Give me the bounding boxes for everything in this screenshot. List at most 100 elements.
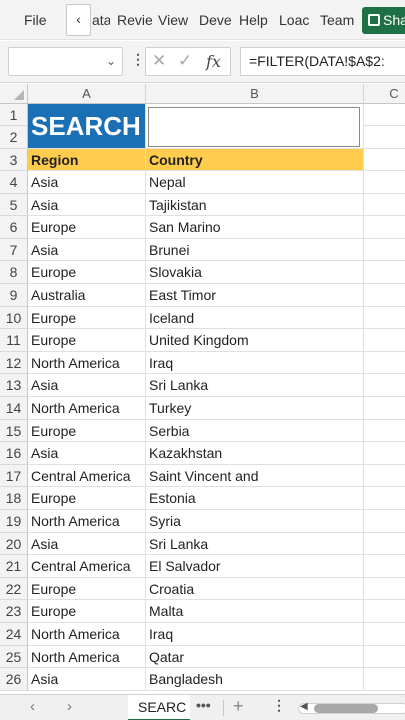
country-cell[interactable]: Sri Lanka (146, 374, 364, 397)
region-cell[interactable]: North America (28, 397, 146, 420)
ribbon-back-button[interactable]: ‹ (66, 4, 91, 36)
formula-bar-grip-icon[interactable]: ⋮ (131, 51, 145, 68)
insert-function-icon[interactable]: fx (206, 52, 221, 71)
region-cell[interactable]: Europe (28, 261, 146, 284)
region-cell[interactable]: Europe (28, 329, 146, 352)
column-c-cell[interactable] (364, 284, 405, 307)
column-c-cell[interactable] (364, 623, 405, 646)
region-cell[interactable]: North America (28, 623, 146, 646)
column-header-b[interactable]: B (146, 84, 364, 104)
region-cell[interactable]: North America (28, 510, 146, 533)
region-cell[interactable]: Asia (28, 532, 146, 556)
country-cell[interactable]: United Kingdom (146, 329, 364, 352)
column-c-cell[interactable] (364, 600, 405, 623)
country-cell[interactable]: Iceland (146, 306, 364, 330)
row-header[interactable]: 25 (0, 645, 28, 669)
row-header[interactable]: 20 (0, 532, 28, 556)
tab-data[interactable]: ata (92, 0, 110, 39)
column-c-cell[interactable] (364, 646, 405, 669)
column-c-cell[interactable] (364, 397, 405, 420)
region-cell[interactable]: Asia (28, 193, 146, 217)
country-cell[interactable]: Iraq (146, 623, 364, 646)
region-cell[interactable]: Europe (28, 216, 146, 239)
row-header[interactable]: 4 (0, 171, 28, 194)
country-cell[interactable]: El Salvador (146, 555, 364, 578)
region-cell[interactable]: Asia (28, 171, 146, 194)
cell-c3[interactable] (364, 149, 405, 171)
column-c-cell[interactable] (364, 216, 405, 239)
sheet-tab-search[interactable]: SEARC (128, 695, 190, 720)
country-cell[interactable]: San Marino (146, 216, 364, 239)
country-cell[interactable]: Kazakhstan (146, 442, 364, 465)
region-cell[interactable]: Central America (28, 464, 146, 488)
region-cell[interactable]: North America (28, 645, 146, 669)
column-header-c[interactable]: C (364, 84, 405, 104)
row-header[interactable]: 16 (0, 442, 28, 465)
row-header[interactable]: 12 (0, 351, 28, 375)
country-cell[interactable]: Malta (146, 600, 364, 623)
region-cell[interactable]: Central America (28, 555, 146, 578)
confirm-icon[interactable]: ✓ (178, 51, 192, 71)
row-header[interactable]: 5 (0, 193, 28, 217)
region-cell[interactable]: Asia (28, 668, 146, 691)
row-header[interactable]: 24 (0, 623, 28, 646)
tab-help[interactable]: Help (239, 0, 268, 39)
country-cell[interactable]: Sri Lanka (146, 532, 364, 556)
row-header[interactable]: 17 (0, 464, 28, 488)
row-header[interactable]: 26 (0, 668, 28, 691)
cell-c2[interactable] (364, 126, 405, 149)
region-cell[interactable]: Europe (28, 306, 146, 330)
region-cell[interactable]: Australia (28, 284, 146, 307)
scroll-left-icon[interactable]: ◀ (300, 701, 308, 712)
row-header[interactable]: 10 (0, 306, 28, 330)
column-header-a[interactable]: A (28, 84, 146, 104)
column-c-cell[interactable] (364, 171, 405, 194)
row-header[interactable]: 7 (0, 238, 28, 262)
region-cell[interactable]: Europe (28, 419, 146, 443)
column-c-cell[interactable] (364, 329, 405, 352)
column-c-cell[interactable] (364, 578, 405, 601)
country-cell[interactable]: Brunei (146, 238, 364, 262)
tab-developer[interactable]: Deve (199, 0, 231, 39)
chevron-down-icon[interactable]: ⌄ (106, 54, 116, 68)
cancel-icon[interactable]: ✕ (152, 51, 166, 71)
row-header[interactable]: 19 (0, 510, 28, 533)
tab-view[interactable]: View (158, 0, 188, 39)
row-header[interactable]: 6 (0, 216, 28, 239)
share-button[interactable]: Sha (362, 7, 405, 34)
country-cell[interactable]: Serbia (146, 419, 364, 443)
row-header[interactable]: 15 (0, 419, 28, 443)
region-cell[interactable]: Europe (28, 577, 146, 601)
formula-input[interactable]: =FILTER(DATA!$A$2: (240, 47, 405, 76)
country-cell[interactable]: East Timor (146, 284, 364, 307)
region-cell[interactable]: Europe (28, 487, 146, 510)
column-c-cell[interactable] (364, 555, 405, 578)
column-c-cell[interactable] (364, 487, 405, 510)
search-input[interactable] (148, 107, 360, 147)
country-cell[interactable]: Qatar (146, 645, 364, 669)
row-header[interactable]: 3 (0, 149, 28, 171)
column-c-cell[interactable] (364, 510, 405, 533)
region-cell[interactable]: Europe (28, 600, 146, 623)
tab-team[interactable]: Team (320, 0, 356, 39)
row-header[interactable]: 8 (0, 261, 28, 284)
column-c-cell[interactable] (364, 442, 405, 465)
column-c-cell[interactable] (364, 465, 405, 488)
row-header[interactable]: 21 (0, 555, 28, 578)
region-cell[interactable]: Asia (28, 374, 146, 397)
next-sheet-icon[interactable]: › (67, 698, 72, 715)
column-c-cell[interactable] (364, 307, 405, 330)
column-c-cell[interactable] (364, 420, 405, 443)
scrollbar-thumb[interactable] (314, 704, 378, 713)
row-header[interactable]: 18 (0, 487, 28, 510)
name-box[interactable]: ⌄ (8, 47, 123, 76)
country-header-cell[interactable]: Country (146, 149, 364, 171)
column-c-cell[interactable] (364, 239, 405, 262)
tab-load[interactable]: Loac (279, 0, 312, 39)
row-header[interactable]: 13 (0, 374, 28, 397)
row-header[interactable]: 23 (0, 600, 28, 623)
country-cell[interactable]: Tajikistan (146, 193, 364, 217)
country-cell[interactable]: Slovakia (146, 261, 364, 284)
previous-sheet-icon[interactable]: ‹ (30, 698, 35, 715)
row-header[interactable]: 22 (0, 577, 28, 601)
